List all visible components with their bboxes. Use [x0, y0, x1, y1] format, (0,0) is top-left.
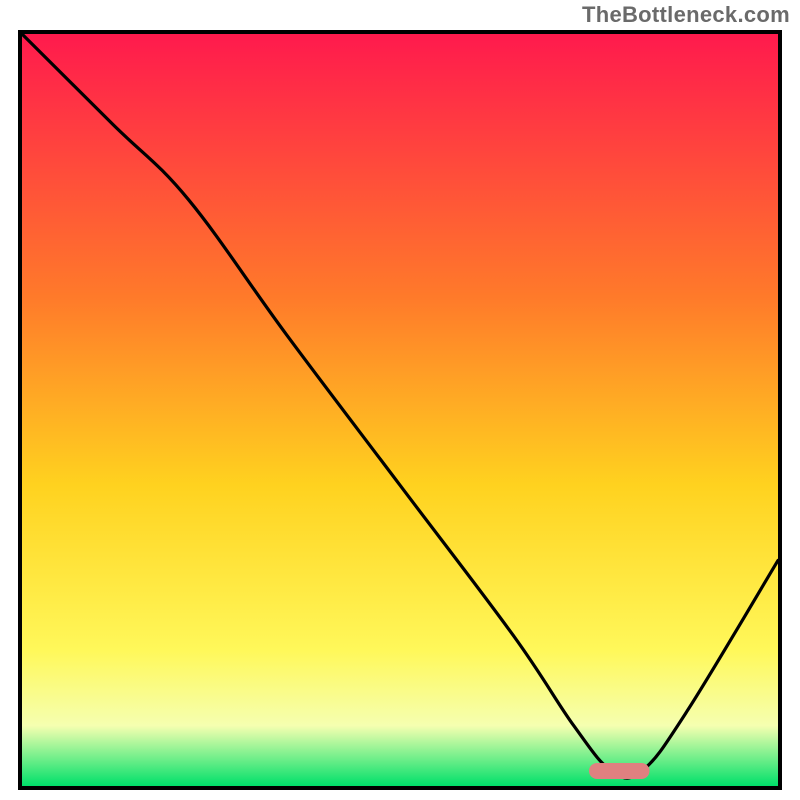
chart-frame: [18, 30, 782, 790]
chart-container: TheBottleneck.com: [0, 0, 800, 800]
chart-plot: [22, 34, 778, 786]
optimal-marker: [589, 763, 649, 779]
watermark-text: TheBottleneck.com: [582, 2, 790, 28]
